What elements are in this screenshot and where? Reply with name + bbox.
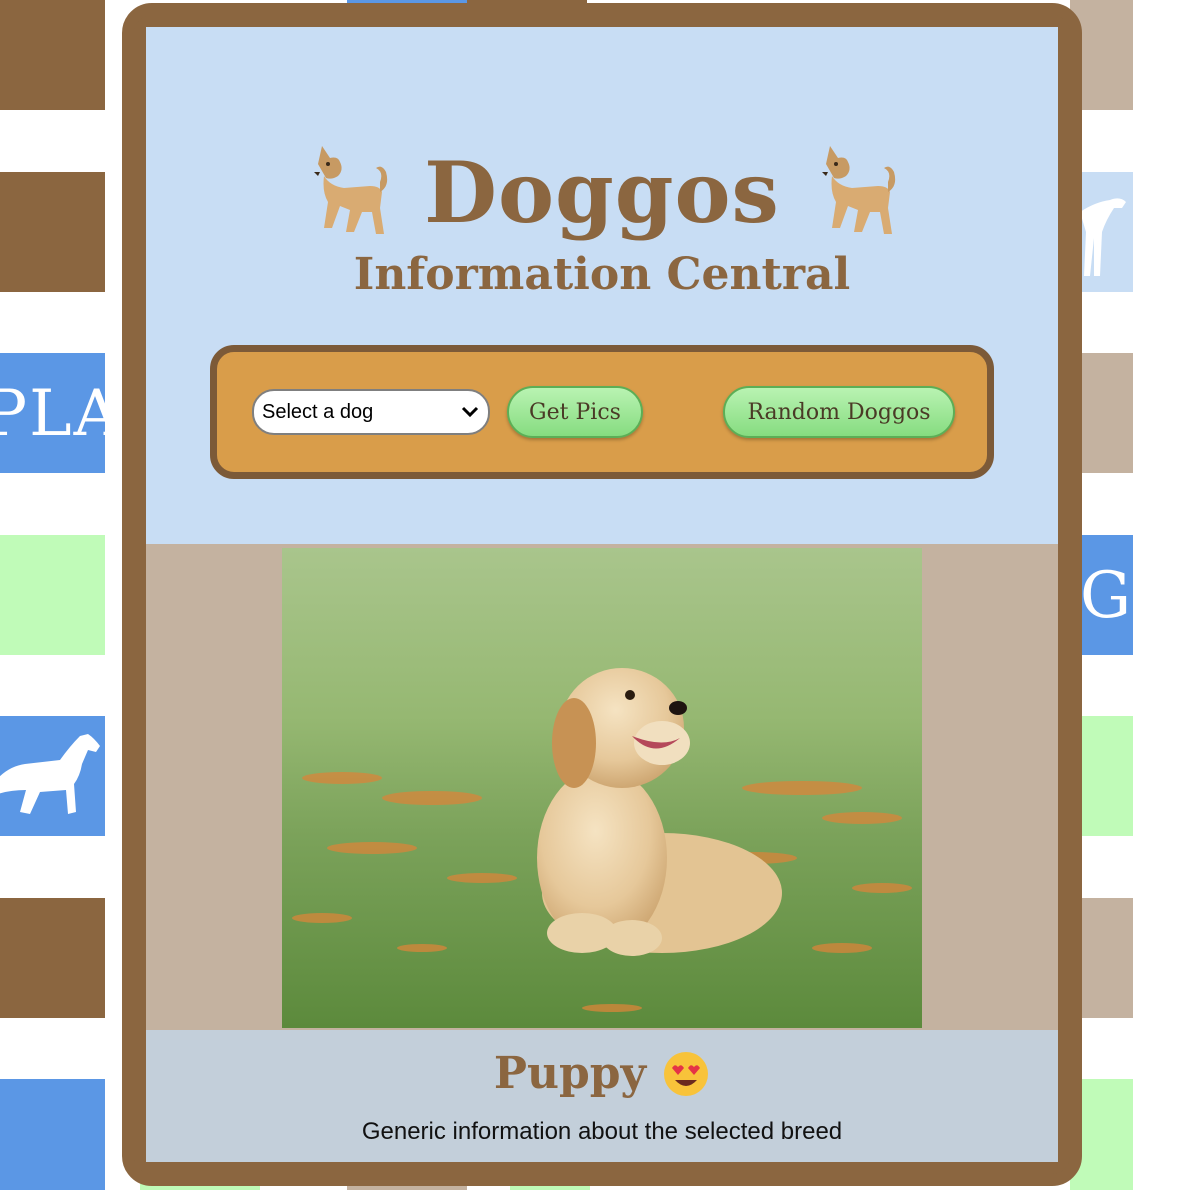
- breed-name: Puppy: [493, 1048, 647, 1099]
- get-pics-button[interactable]: Get Pics: [507, 386, 643, 438]
- bg-tile: [0, 898, 105, 1018]
- get-pics-label: Get Pics: [529, 399, 621, 425]
- breed-heading: Puppy: [146, 1048, 1058, 1099]
- bg-g-text: G: [1080, 559, 1133, 633]
- chevron-down-icon: [461, 406, 479, 418]
- page-subtitle: Information Central: [353, 249, 851, 300]
- photo-band: [146, 544, 1058, 1030]
- card-inner: Doggos Information Central Select a dog: [146, 27, 1058, 1162]
- breed-select-value: Select a dog: [262, 400, 374, 423]
- bg-play-text: PLAY: [0, 377, 105, 451]
- breed-select[interactable]: Select a dog: [252, 389, 490, 435]
- heart-eyes-emoji-icon: [664, 1051, 709, 1096]
- bg-tile-play: PLAY: [0, 353, 105, 473]
- dog-silhouette-icon: [0, 734, 100, 814]
- page-title: Doggos: [424, 142, 780, 242]
- bg-tile: [0, 535, 105, 655]
- main-card: Doggos Information Central Select a dog: [122, 3, 1082, 1186]
- dog-photo: [282, 548, 922, 1028]
- bg-tile-dog: [0, 716, 105, 836]
- dog-icon: [314, 146, 388, 234]
- random-doggos-button[interactable]: Random Doggos: [723, 386, 955, 438]
- controls-panel: Select a dog Get Pics Random Doggos: [210, 345, 994, 479]
- header: Doggos Information Central Select a dog: [146, 27, 1058, 544]
- bg-tile: [0, 172, 105, 292]
- bg-tile: [0, 1079, 105, 1190]
- title-row: Doggos: [146, 137, 1058, 247]
- breed-description: Generic information about the selected b…: [361, 1118, 843, 1145]
- breed-info: Puppy Generic information about the sele…: [146, 1030, 1058, 1162]
- random-doggos-label: Random Doggos: [747, 399, 931, 425]
- bg-tile: [0, 0, 105, 110]
- dog-icon: [821, 146, 895, 234]
